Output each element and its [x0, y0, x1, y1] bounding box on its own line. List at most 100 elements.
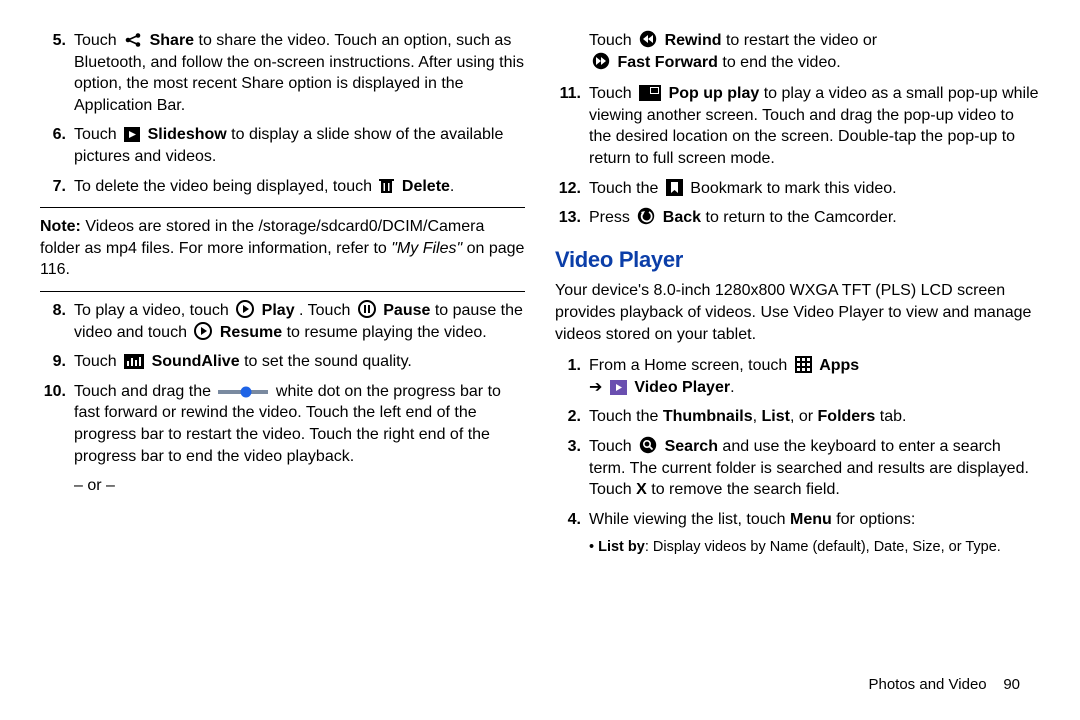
- vp-step-4: 4. While viewing the list, touch Menu fo…: [555, 509, 1040, 531]
- text: to remove the search field.: [651, 481, 840, 498]
- apps-icon: [795, 356, 812, 373]
- text: Bookmark to mark this video.: [690, 180, 896, 197]
- step-number: 3.: [555, 436, 581, 501]
- progress-dot-icon: [218, 385, 268, 399]
- vp-step-2: 2. Touch the Thumbnails, List, or Folder…: [555, 406, 1040, 428]
- vp-step-1: 1. From a Home screen, touch Apps ➔ Vide…: [555, 355, 1040, 398]
- note-reference: "My Files": [391, 240, 462, 257]
- text: To delete the video being displayed, tou…: [74, 178, 376, 195]
- popup-play-label: Pop up play: [669, 85, 760, 102]
- page-footer: Photos and Video 90: [868, 675, 1020, 695]
- text: To play a video, touch: [74, 302, 233, 319]
- left-column: 5. Touch Share to share the video. Touch…: [40, 30, 525, 558]
- step-13: 13. Press Back to return to the Camcorde…: [555, 207, 1040, 229]
- step-number: 10.: [40, 381, 66, 467]
- x-label: X: [636, 481, 647, 498]
- step-number: 13.: [555, 207, 581, 229]
- text: , or: [790, 408, 818, 425]
- step-8: 8. To play a video, touch Play . Touch P…: [40, 300, 525, 343]
- section-heading-video-player: Video Player: [555, 245, 1040, 275]
- soundalive-label: SoundAlive: [152, 353, 240, 370]
- step-6: 6. Touch Slideshow to display a slide sh…: [40, 124, 525, 167]
- folders-label: Folders: [818, 408, 876, 425]
- text: to end the video.: [722, 54, 840, 71]
- resume-icon: [194, 322, 212, 340]
- text: Touch: [74, 32, 121, 49]
- list-by-lead: List by: [598, 539, 645, 555]
- footer-section: Photos and Video: [868, 676, 986, 693]
- rewind-label: Rewind: [665, 32, 722, 49]
- text: Touch: [74, 126, 121, 143]
- text: .: [450, 178, 454, 195]
- pause-label: Pause: [383, 302, 430, 319]
- play-icon: [236, 300, 254, 318]
- step-number: 9.: [40, 351, 66, 373]
- text: Touch: [74, 353, 121, 370]
- video-player-icon: [610, 380, 627, 395]
- step-number: 7.: [40, 176, 66, 198]
- text: for options:: [832, 511, 916, 528]
- slideshow-icon: [124, 127, 140, 142]
- step-11: 11. Touch Pop up play to play a video as…: [555, 83, 1040, 169]
- text: to set the sound quality.: [244, 353, 412, 370]
- slideshow-label: Slideshow: [148, 126, 227, 143]
- step-number: 2.: [555, 406, 581, 428]
- text: Press: [589, 209, 634, 226]
- text: ,: [753, 408, 762, 425]
- menu-label: Menu: [790, 511, 832, 528]
- text: Touch: [589, 438, 636, 455]
- step-12: 12. Touch the Bookmark to mark this vide…: [555, 178, 1040, 200]
- text: . Touch: [299, 302, 355, 319]
- step-number: 8.: [40, 300, 66, 343]
- popup-play-icon: [639, 85, 661, 101]
- play-label: Play: [262, 302, 295, 319]
- note-block: Note: Videos are stored in the /storage/…: [40, 216, 525, 281]
- step-number: 11.: [555, 83, 581, 169]
- note-lead: Note:: [40, 218, 81, 235]
- rewind-icon: [639, 30, 657, 48]
- delete-label: Delete: [402, 178, 450, 195]
- thumbnails-label: Thumbnails: [663, 408, 753, 425]
- fast-forward-label: Fast Forward: [617, 54, 717, 71]
- bookmark-icon: [666, 179, 683, 196]
- step-7: 7. To delete the video being displayed, …: [40, 176, 525, 198]
- section-intro: Your device's 8.0-inch 1280x800 WXGA TFT…: [555, 280, 1040, 345]
- step-number: 5.: [40, 30, 66, 116]
- text: .: [730, 379, 734, 396]
- or-separator: – or –: [74, 475, 525, 497]
- video-player-label: Video Player: [634, 379, 730, 396]
- step-10: 10. Touch and drag the white dot on the …: [40, 381, 525, 467]
- step-number: 6.: [40, 124, 66, 167]
- step-5: 5. Touch Share to share the video. Touch…: [40, 30, 525, 116]
- share-icon: [124, 32, 142, 48]
- fast-forward-icon: [592, 52, 610, 70]
- text: Touch the: [589, 180, 663, 197]
- text: Touch: [589, 85, 636, 102]
- step-9: 9. Touch SoundAlive to set the sound qua…: [40, 351, 525, 373]
- separator: [40, 207, 525, 208]
- text: to restart the video or: [726, 32, 877, 49]
- text: to resume playing the video.: [287, 324, 487, 341]
- back-label: Back: [663, 209, 701, 226]
- text: to return to the Camcorder.: [706, 209, 897, 226]
- text: Touch the: [589, 408, 663, 425]
- delete-icon: [379, 178, 394, 194]
- search-icon: [639, 436, 657, 454]
- separator: [40, 291, 525, 292]
- apps-label: Apps: [819, 357, 859, 374]
- step-10-continued: Touch Rewind to restart the video or Fas…: [589, 30, 1040, 73]
- pause-icon: [358, 300, 376, 318]
- share-label: Share: [150, 32, 194, 49]
- text: From a Home screen, touch: [589, 357, 792, 374]
- text: While viewing the list, touch: [589, 511, 790, 528]
- footer-page-number: 90: [1003, 676, 1020, 693]
- list-by-bullet: • List by: Display videos by Name (defau…: [589, 538, 1040, 558]
- search-label: Search: [665, 438, 718, 455]
- arrow: ➔: [589, 379, 607, 396]
- right-column: Touch Rewind to restart the video or Fas…: [555, 30, 1040, 558]
- step-number: 12.: [555, 178, 581, 200]
- soundalive-icon: [124, 354, 144, 369]
- back-icon: [637, 207, 655, 225]
- text: Touch and drag the: [74, 383, 215, 400]
- text: tab.: [875, 408, 906, 425]
